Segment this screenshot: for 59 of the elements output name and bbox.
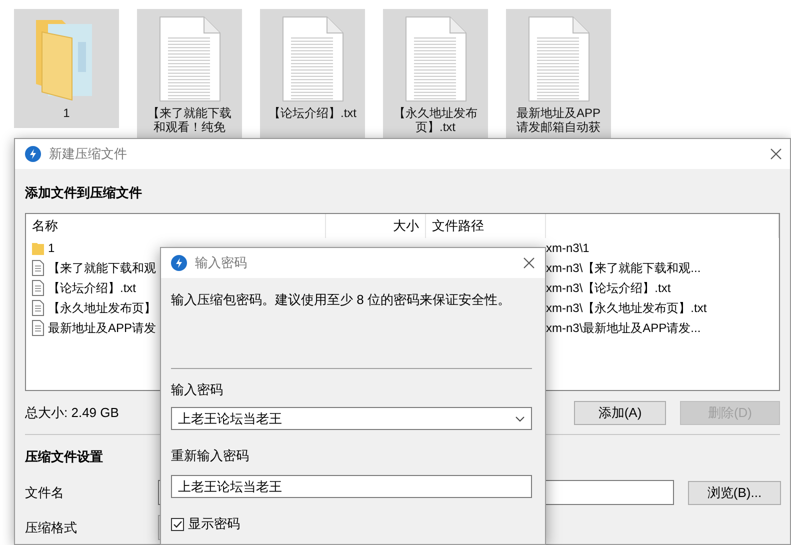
- column-header[interactable]: 大小: [326, 214, 426, 238]
- checkbox[interactable]: [171, 518, 184, 530]
- file-label: 1: [63, 106, 70, 120]
- column-header[interactable]: 名称: [26, 214, 326, 238]
- file-name[interactable]: 【论坛介绍】.txt: [48, 280, 136, 296]
- field-label: 文件名: [25, 484, 65, 502]
- folder-icon: [32, 241, 44, 255]
- chevron-down-icon: [515, 416, 525, 422]
- desktop-icon-tile[interactable]: 【论坛介绍】.txt: [260, 9, 365, 138]
- total-size: 总大小: 2.49 GB: [25, 404, 119, 422]
- close-icon[interactable]: [523, 257, 535, 269]
- window-title: 新建压缩文件: [49, 145, 128, 163]
- file-label: 【永久地址发布: [394, 106, 478, 120]
- file-label: 和观看！纯免: [152, 120, 226, 134]
- file-label: 【论坛介绍】.txt: [268, 106, 356, 120]
- checkbox-label: 显示密码: [188, 515, 240, 533]
- field-value: 上老王论坛当老王: [178, 410, 283, 428]
- show-password-checkbox[interactable]: 显示密码: [171, 515, 240, 533]
- file-name[interactable]: 1: [48, 241, 55, 255]
- file-path: xm-n3\【论坛介绍】.txt: [546, 280, 672, 296]
- document-icon: [32, 320, 44, 336]
- check-icon: [172, 518, 183, 530]
- document-icon: [526, 16, 590, 102]
- close-icon[interactable]: [770, 148, 782, 160]
- document-icon: [32, 280, 44, 296]
- document-icon: [404, 16, 468, 102]
- window-title: 输入密码: [195, 254, 248, 272]
- section-title: 压缩文件设置: [25, 448, 103, 466]
- file-label: 【来了就能下载: [148, 106, 232, 120]
- file-name[interactable]: 【永久地址发布页】: [48, 300, 156, 316]
- desktop-icon-tile[interactable]: 【来了就能下载 和观看！纯免: [137, 9, 242, 138]
- file-path: xm-n3\【来了就能下载和观...: [546, 260, 702, 276]
- field-label: 压缩格式: [25, 518, 78, 536]
- field-label: 输入密码: [171, 381, 224, 397]
- file-label: 最新地址及APP: [516, 106, 600, 120]
- document-icon: [32, 260, 44, 276]
- field-label: 重新输入密码: [171, 447, 250, 463]
- file-path: xm-n3\【永久地址发布页】.txt: [546, 300, 708, 316]
- password-dropdown[interactable]: 上老王论坛当老王: [171, 407, 532, 430]
- column-header[interactable]: 文件路径: [426, 214, 546, 238]
- file-path: xm-n3\最新地址及APP请发...: [546, 320, 702, 336]
- file-name[interactable]: 最新地址及APP请发: [48, 320, 156, 336]
- browse-button[interactable]: 浏览(B)...: [688, 480, 781, 504]
- app-icon: [25, 146, 41, 162]
- add-button[interactable]: 添加(A): [574, 401, 666, 425]
- file-label: 请发邮箱自动获: [516, 120, 600, 134]
- document-icon: [280, 16, 344, 102]
- section-title: 添加文件到压缩文件: [25, 184, 142, 202]
- password-field[interactable]: 上老王论坛当老王: [171, 475, 532, 498]
- file-label: 页】.txt: [414, 120, 456, 134]
- document-icon: [158, 16, 222, 102]
- desktop-icon-tile[interactable]: 【永久地址发布 页】.txt: [383, 9, 488, 138]
- app-icon: [171, 255, 187, 271]
- document-icon: [32, 300, 44, 316]
- file-path: xm-n3\1: [546, 241, 590, 255]
- desktop-icon-tile[interactable]: 最新地址及APP 请发邮箱自动获: [506, 9, 611, 138]
- instruction-text: 输入压缩包密码。建议使用至少 8 位的密码来保证安全性。: [171, 291, 512, 309]
- file-name[interactable]: 【来了就能下载和观: [48, 260, 156, 276]
- desktop-icon-tile[interactable]: 1: [14, 9, 119, 128]
